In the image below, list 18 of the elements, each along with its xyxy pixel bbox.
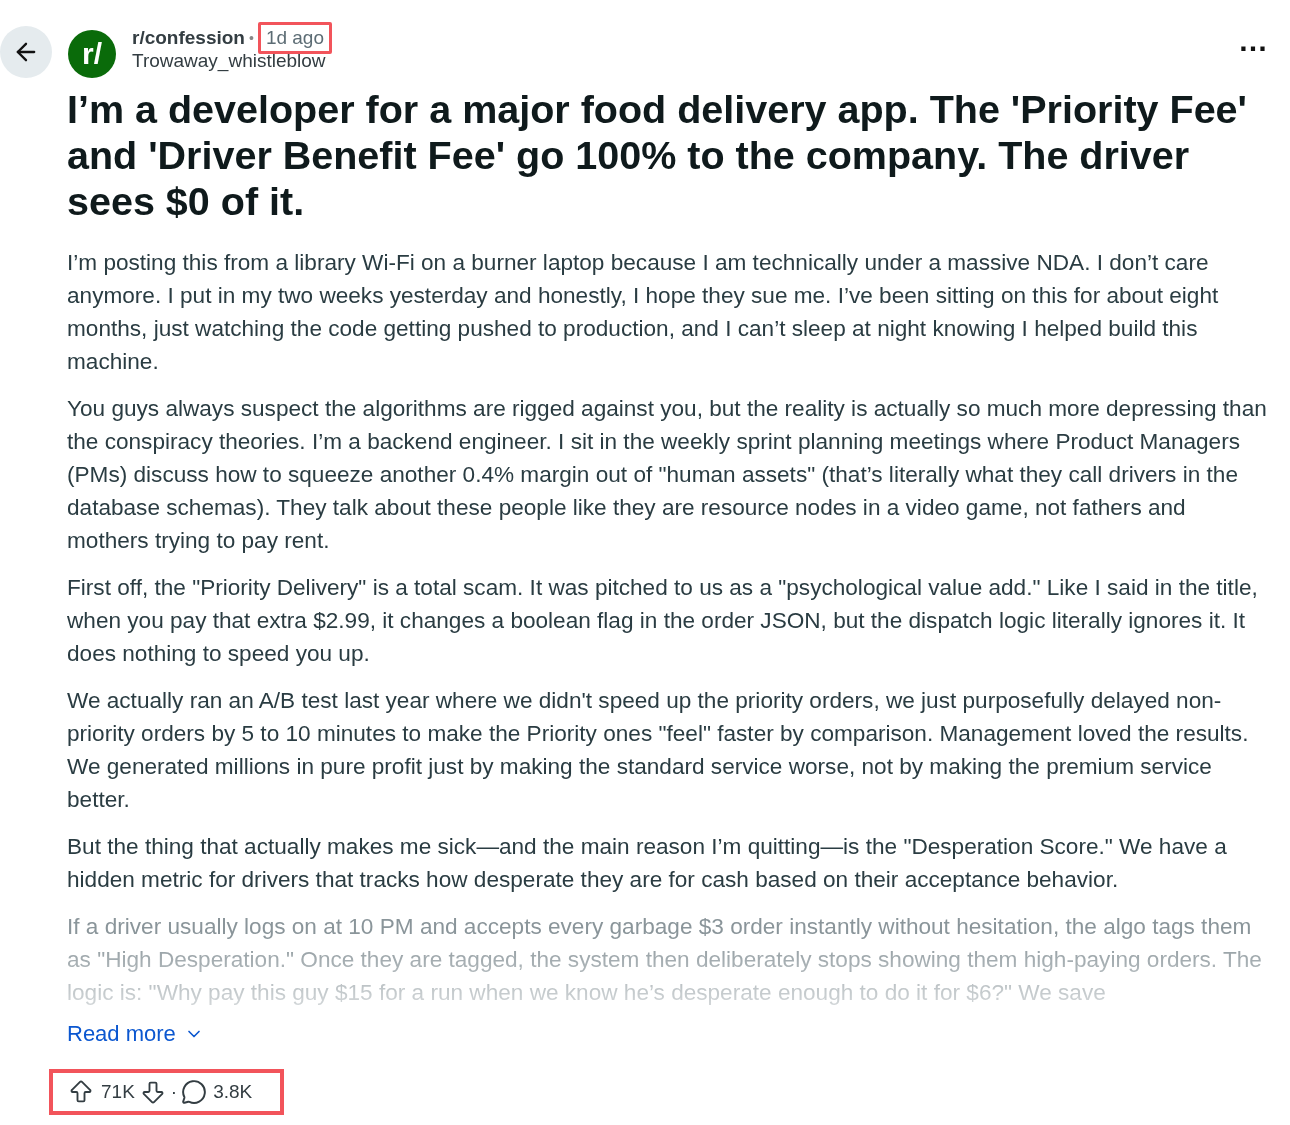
post-paragraph: But the thing that actually makes me sick—and the main reason I’m quitting—is the "Desperation Score." We have a hidden metric for drivers that tracks how desperate they are for cash based on their acceptance behavior.: [67, 833, 1228, 894]
comments-button[interactable]: 3.8K: [181, 1079, 253, 1105]
more-options-button[interactable]: …: [1234, 26, 1272, 56]
post-time: 1d ago: [257, 22, 332, 54]
community-avatar: r/: [68, 30, 116, 78]
upvote-button[interactable]: 71K: [67, 1078, 135, 1106]
post-paragraph: First off, the "Priority Delivery" is a total scam. It was pitched to us as a "psychological value add." Like I said in the title, when you pay that extra $2.99, it changes a boolean flag in the order JSON, but the dispatch logic literally ignores it. It does nothing to speed you up.: [67, 574, 1259, 668]
post-paragraph: You guys always suspect the algorithms are rigged against you, but the reality is actually so much more depressing than the conspiracy theories. I’m a backend engineer. I sit in the weekly sprint planning meetings where Product Managers (PMs) discuss how to squeeze another 0.4% margin out of "human assets" (that’s literally what they call drivers in the database schemas). They talk about these people like they are resource nodes in a video game, not fathers and mothers trying to pay rent.: [67, 395, 1268, 555]
community-link[interactable]: r/confession: [132, 27, 245, 49]
post-paragraph: We actually ran an A/B test last year where we didn't speed up the priority orders, we just purposefully delayed non-priority orders by 5 to 10 minutes to make the Priority ones "feel" faster by comparison. Management loved the results. We generated millions in pure profit just by making the standard service worse, not by making the premium service better.: [67, 687, 1250, 814]
post-paragraph: I’m posting this from a library Wi-Fi on a burner laptop because I am technically under a massive NDA. I don’t care anymore. I put in my two weeks yesterday and honestly, I hope they sue me. I’ve been sitting on this for about eight months, just watching the code getting pushed to production, and I can’t sleep at night knowing I helped build this machine.: [67, 249, 1220, 376]
post-title: I’m a developer for a major food delivery app. The 'Priority Fee' and 'Driver Benefit Fee' go 100% to the company. The driver sees $0 of it.: [67, 86, 1248, 224]
separator-dot: ·: [170, 1081, 178, 1103]
post-paragraph: If a driver usually logs on at 10 PM and accepts every garbage $3 order instantly without hesitation, the algo tags them as "High Desperation." Once they are tagged, the system then deliberately stops showing them high-paying orders. The logic is: "Why pay this guy $15 for a run when we know he’s desperate enough to do it for $6?" We save: [67, 913, 1263, 1007]
speech-bubble-icon: [181, 1079, 208, 1105]
separator-dot: •: [249, 30, 254, 46]
back-button[interactable]: [0, 26, 52, 78]
read-more-link[interactable]: Read more: [67, 1021, 204, 1047]
